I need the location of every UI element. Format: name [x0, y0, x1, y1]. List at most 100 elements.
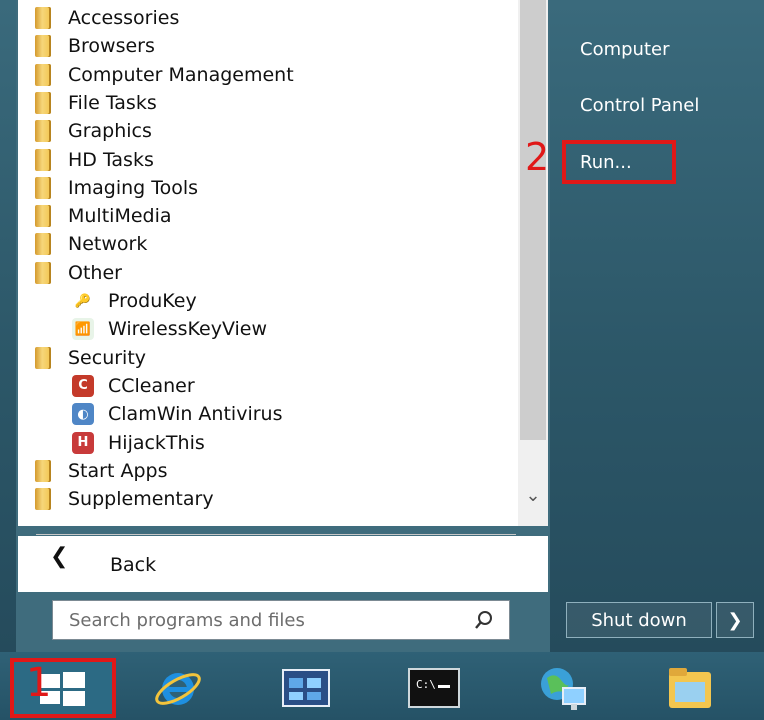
search-box[interactable]	[52, 600, 510, 640]
step-2-marker: 2	[525, 135, 550, 179]
program-folder-item[interactable]: Supplementary	[30, 485, 214, 513]
folder-icon	[30, 7, 56, 29]
program-label: File Tasks	[68, 91, 157, 114]
shut-down-button[interactable]: Shut down	[566, 602, 712, 638]
folder-icon	[30, 261, 56, 284]
folder-icon	[30, 148, 56, 171]
program-folder-item[interactable]: Imaging Tools	[30, 174, 198, 202]
folder-icon	[30, 205, 56, 228]
file-explorer-icon[interactable]	[660, 660, 720, 716]
divider	[36, 534, 516, 535]
app-glyph: ◐	[72, 403, 94, 426]
start-menu: Accessories Browsers Computer Management Fi…	[0, 0, 764, 652]
program-app-item[interactable]: 📶 WirelessKeyView	[70, 315, 267, 343]
program-folder-item[interactable]: Network	[30, 230, 147, 258]
produkey-icon: 🔑	[70, 290, 96, 312]
folder-shape	[35, 35, 51, 58]
shut-down-label: Shut down	[591, 609, 687, 631]
program-app-item[interactable]: 🔑 ProduKey	[70, 287, 197, 315]
program-folder-item[interactable]: Accessories	[30, 4, 179, 32]
shut-down-options-button[interactable]: ❯	[716, 602, 754, 638]
command-prompt-icon[interactable]: C:\	[404, 660, 464, 716]
program-label: Browsers	[68, 35, 155, 58]
internet-explorer-icon[interactable]	[148, 660, 208, 716]
ccleaner-icon: C	[70, 374, 96, 397]
step-1-marker: 1	[26, 660, 52, 706]
clamwin-icon: ◐	[70, 403, 96, 426]
scroll-down-chevron-icon[interactable]: ⌄	[518, 480, 548, 510]
back-button[interactable]: ❮ Back	[18, 536, 548, 592]
folder-icon	[30, 120, 56, 143]
program-folder-item[interactable]: MultiMedia	[30, 202, 172, 230]
start-button[interactable]: 1	[10, 658, 116, 718]
program-folder-item[interactable]: Graphics	[30, 117, 152, 145]
program-app-item[interactable]: H HijackThis	[70, 429, 205, 457]
program-folder-item[interactable]: Browsers	[30, 32, 155, 60]
search-icon[interactable]	[473, 609, 495, 631]
folder-icon	[30, 346, 56, 369]
folder-shape	[35, 261, 51, 284]
run-highlight-box	[562, 140, 676, 184]
hijackthis-icon: H	[70, 431, 96, 454]
folder-shape	[35, 205, 51, 228]
app-glyph: H	[72, 431, 94, 454]
program-folder-item[interactable]: Security	[30, 344, 146, 372]
program-folder-item[interactable]: Computer Management	[30, 61, 294, 89]
back-label: Back	[110, 554, 157, 576]
folder-shape	[35, 91, 51, 114]
network-globe-icon[interactable]	[532, 660, 592, 716]
program-app-item[interactable]: ◐ ClamWin Antivirus	[70, 400, 282, 428]
app-glyph: C	[72, 374, 94, 397]
program-label: Supplementary	[68, 488, 214, 511]
folder-shape	[35, 63, 51, 86]
search-input[interactable]	[53, 601, 463, 639]
program-label: Security	[68, 346, 147, 369]
program-folder-item[interactable]: HD Tasks	[30, 146, 154, 174]
folder-shape	[35, 148, 51, 171]
program-label: WirelessKeyView	[108, 318, 268, 341]
program-folder-item[interactable]: Other	[30, 259, 122, 287]
folder-icon	[30, 233, 56, 256]
folder-icon	[30, 488, 56, 511]
program-label: MultiMedia	[68, 205, 172, 228]
program-label: Imaging Tools	[68, 176, 199, 199]
program-label: Computer Management	[68, 63, 294, 86]
wirelesskeyview-icon: 📶	[70, 318, 96, 341]
svg-text:C:\: C:\	[416, 678, 436, 691]
program-label: ProduKey	[108, 290, 197, 312]
folder-shape	[35, 233, 51, 256]
folder-shape	[35, 176, 51, 199]
program-label: HD Tasks	[68, 148, 154, 171]
folder-shape	[35, 346, 51, 369]
folder-shape	[35, 120, 51, 143]
folder-shape	[35, 7, 51, 29]
app-glyph: 📶	[72, 318, 94, 341]
program-folder-item[interactable]: Start Apps	[30, 457, 167, 485]
program-label: Start Apps	[68, 459, 168, 482]
program-label: Other	[68, 261, 122, 284]
app-glyph: 🔑	[72, 290, 94, 312]
control-panel-icon[interactable]	[276, 660, 336, 716]
chevron-right-icon: ❯	[727, 609, 743, 631]
control-panel-label: Control Panel	[580, 94, 700, 116]
back-arrow-icon: ❮	[50, 544, 69, 569]
program-label: HijackThis	[108, 431, 205, 454]
program-app-item[interactable]: C CCleaner	[70, 372, 195, 400]
control-panel-link[interactable]: Control Panel	[566, 87, 699, 123]
program-folder-item[interactable]: File Tasks	[30, 89, 157, 117]
folder-icon	[30, 35, 56, 58]
computer-label: Computer	[580, 38, 670, 60]
folder-shape	[35, 459, 51, 482]
computer-link[interactable]: Computer	[566, 31, 669, 67]
program-label: Network	[68, 233, 148, 256]
scroll-thumb[interactable]	[520, 0, 546, 440]
folder-shape	[35, 488, 51, 511]
folder-icon	[30, 459, 56, 482]
all-programs-panel: Accessories Browsers Computer Management Fi…	[18, 0, 548, 526]
program-label: ClamWin Antivirus	[108, 403, 283, 426]
scrollbar[interactable]: ⌄	[518, 0, 548, 526]
program-label: Accessories	[68, 7, 180, 29]
folder-icon	[30, 176, 56, 199]
taskbar: 1 C:\	[0, 652, 764, 720]
folder-icon	[30, 63, 56, 86]
